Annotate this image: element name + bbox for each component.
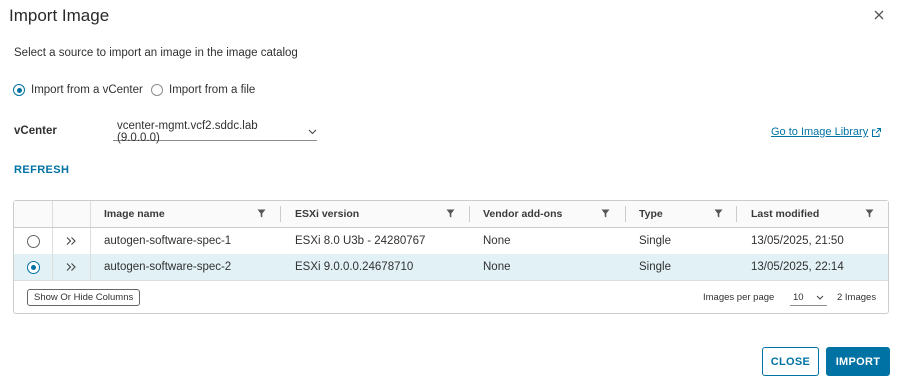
close-icon[interactable] [868,4,890,26]
column-header-last-modified[interactable]: Last modified [751,201,819,227]
row-select-radio[interactable] [27,235,40,248]
expand-chevron-icon[interactable] [65,236,77,246]
images-per-page-value: 10 [793,292,804,303]
cell-vendor-addons: None [483,235,511,247]
radio-label-file: Import from a file [169,84,256,96]
column-header-esxi-version[interactable]: ESXi version [295,201,359,227]
vcenter-label: vCenter [14,125,57,137]
external-link-icon [872,127,882,137]
filter-icon[interactable] [446,209,455,218]
table-row-selected[interactable]: autogen-software-spec-2 ESXi 9.0.0.0.246… [14,254,888,281]
import-button[interactable]: IMPORT [826,347,890,376]
expand-chevron-icon[interactable] [65,262,77,272]
datagrid-footer: Show Or Hide Columns Images per page 10 … [14,281,888,313]
cell-last-modified: 13/05/2025, 22:14 [751,261,844,273]
cell-esxi-version: ESXi 8.0 U3b - 24280767 [295,235,426,247]
images-per-page-label: Images per page [703,292,775,303]
images-count: 2 Images [837,292,877,303]
table-row[interactable]: autogen-software-spec-1 ESXi 8.0 U3b - 2… [14,228,888,255]
images-datagrid: Image name ESXi version Vendor add-ons T… [13,200,889,314]
show-hide-columns-button[interactable]: Show Or Hide Columns [27,289,141,306]
radio-label-vcenter: Import from a vCenter [31,84,143,96]
column-header-vendor-addons[interactable]: Vendor add-ons [483,201,562,227]
chevron-down-icon [816,295,823,300]
images-per-page-select[interactable]: 10 [790,290,827,306]
filter-icon[interactable] [865,209,874,218]
column-header-image-name[interactable]: Image name [104,201,165,227]
radio-selected-icon[interactable] [13,84,25,96]
radio-import-vcenter[interactable]: Import from a vCenter [13,82,143,98]
dialog-subtitle: Select a source to import an image in th… [14,47,298,59]
column-header-type[interactable]: Type [639,201,663,227]
row-select-radio[interactable] [27,261,40,274]
cell-image-name: autogen-software-spec-1 [104,235,232,247]
filter-icon[interactable] [601,209,610,218]
cell-esxi-version: ESXi 9.0.0.0.24678710 [295,261,414,273]
go-to-image-library-link[interactable]: Go to Image Library [771,126,882,138]
refresh-button[interactable]: REFRESH [14,164,69,176]
vcenter-select[interactable]: vcenter-mgmt.vcf2.sddc.lab (9.0.0.0) [113,119,317,144]
close-button[interactable]: CLOSE [762,347,819,376]
cell-type: Single [639,261,671,273]
radio-unselected-icon[interactable] [151,84,163,96]
cell-image-name: autogen-software-spec-2 [104,261,232,273]
datagrid-header: Image name ESXi version Vendor add-ons T… [14,201,888,228]
image-library-link-label: Go to Image Library [771,126,869,138]
radio-import-file[interactable]: Import from a file [151,82,255,98]
cell-vendor-addons: None [483,261,511,273]
cell-type: Single [639,235,671,247]
chevron-down-icon [308,129,317,134]
filter-icon[interactable] [257,209,266,218]
cell-last-modified: 13/05/2025, 21:50 [751,235,844,247]
filter-icon[interactable] [714,209,723,218]
dialog-title: Import Image [9,6,110,25]
vcenter-select-value: vcenter-mgmt.vcf2.sddc.lab (9.0.0.0) [117,119,258,144]
